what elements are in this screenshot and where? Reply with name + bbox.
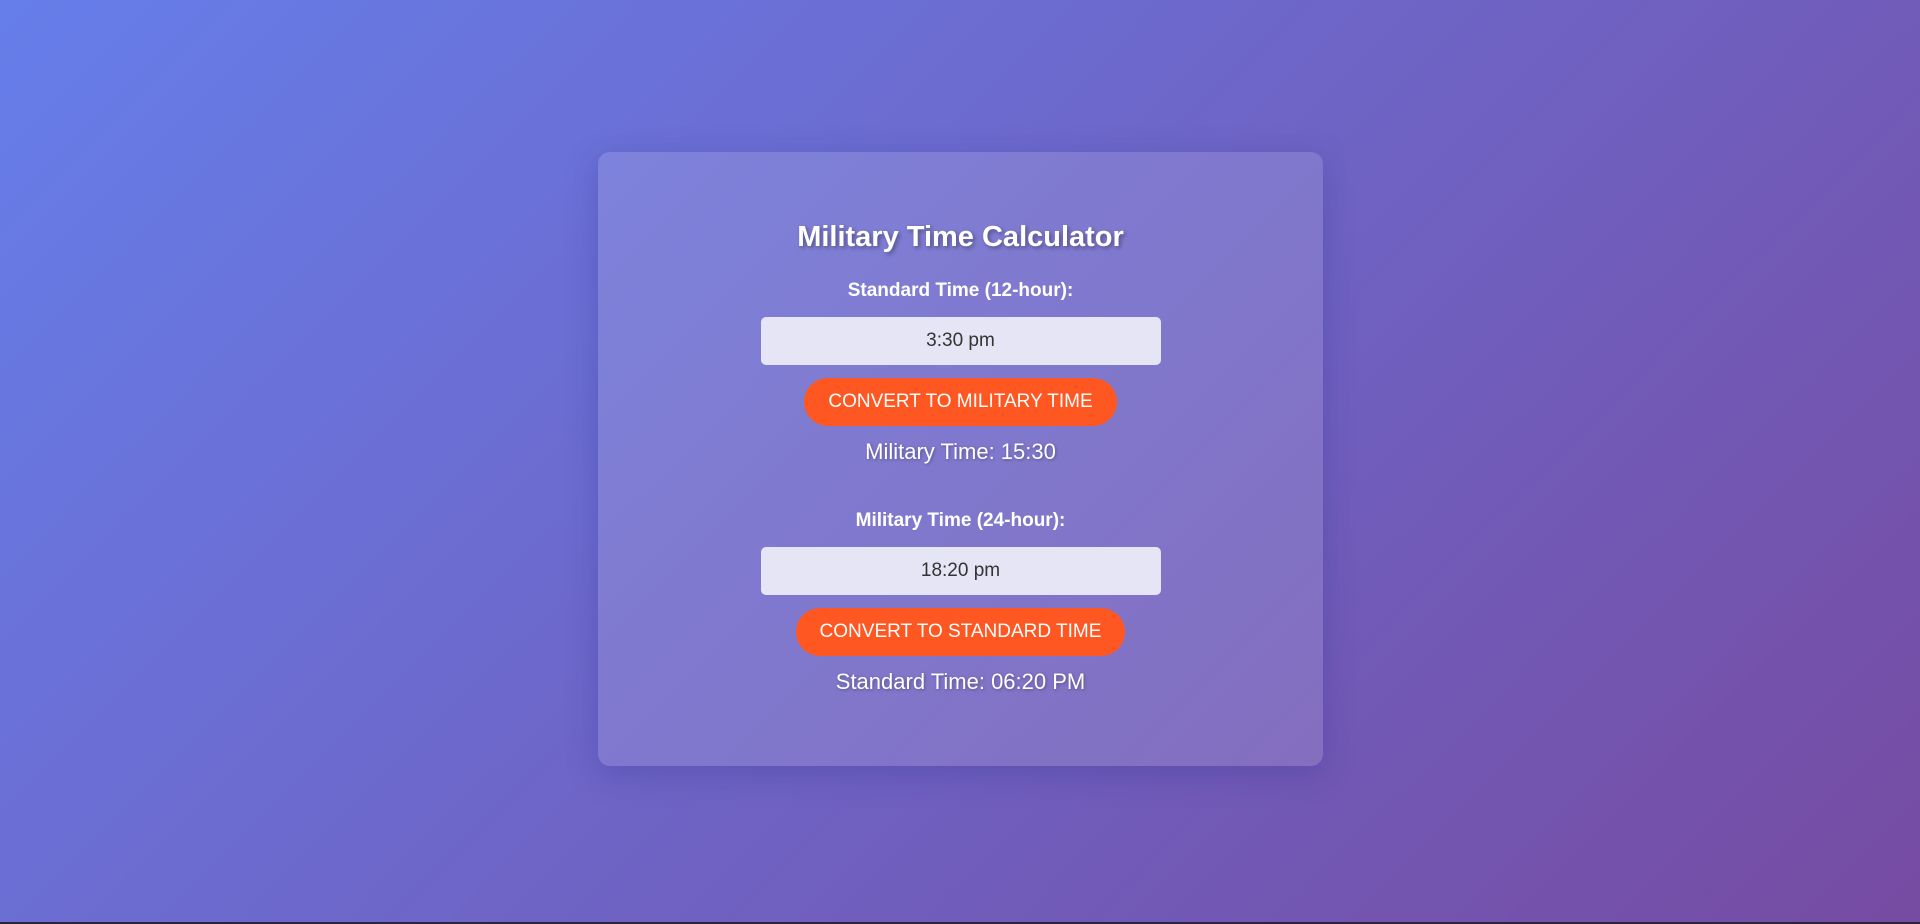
convert-to-military-button[interactable]: Convert to Military Time	[804, 378, 1117, 426]
military-time-result: Military Time: 15:30	[865, 439, 1056, 464]
military-time-label: Military Time (24-hour):	[855, 510, 1066, 531]
standard-time-input[interactable]	[760, 317, 1161, 365]
convert-to-standard-button[interactable]: Convert to Standard Time	[795, 608, 1126, 656]
calculator-card: Military Time Calculator Standard Time (…	[598, 152, 1323, 766]
standard-time-result: Standard Time: 06:20 PM	[835, 669, 1086, 694]
military-time-input[interactable]	[760, 547, 1161, 595]
page-title: Military Time Calculator	[797, 221, 1124, 253]
standard-time-label: Standard Time (12-hour):	[847, 280, 1074, 301]
